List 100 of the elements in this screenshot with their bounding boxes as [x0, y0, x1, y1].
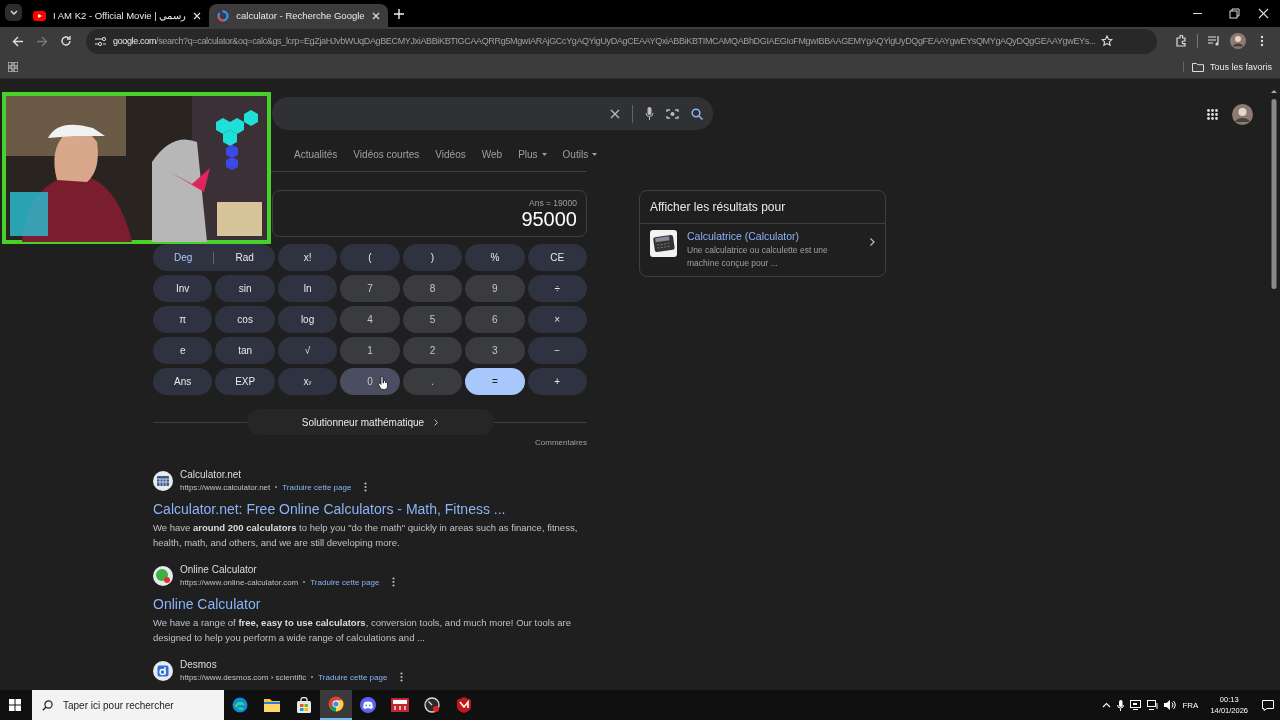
forward-arrow-icon[interactable]	[36, 35, 48, 47]
wave-icon[interactable]	[232, 697, 248, 713]
chevron-up-icon[interactable]	[1102, 702, 1112, 708]
calculator-key[interactable]: 3	[465, 337, 525, 364]
more-icon[interactable]	[392, 577, 396, 587]
hand-cursor-icon	[378, 376, 389, 390]
tune-icon[interactable]	[94, 35, 107, 47]
apps-grid-icon[interactable]	[1207, 109, 1218, 120]
avatar-icon[interactable]	[1230, 33, 1246, 49]
shopping-bag-icon[interactable]	[296, 697, 312, 713]
calculator-key[interactable]: CE	[527, 244, 587, 271]
clear-icon[interactable]	[610, 108, 620, 119]
calculator-key[interactable]: ln	[277, 275, 338, 302]
back-arrow-icon[interactable]	[12, 35, 24, 47]
taskbar-search-field[interactable]: Taper ici pour rechercher	[32, 690, 224, 720]
avatar-icon[interactable]	[1232, 104, 1253, 125]
circle-badge-icon	[153, 565, 173, 586]
calculator-key[interactable]: 4	[340, 306, 400, 333]
calculator-key[interactable]: .	[402, 368, 463, 395]
more-icon[interactable]	[1260, 35, 1264, 47]
star-icon[interactable]	[1101, 35, 1114, 47]
calculator-key[interactable]: +	[527, 368, 587, 395]
shield-icon[interactable]	[457, 697, 471, 713]
calculator-key[interactable]: ×	[527, 306, 587, 333]
gauge-icon[interactable]	[424, 697, 440, 713]
calculator-key[interactable]: (	[340, 244, 400, 271]
calculator-key[interactable]: √	[277, 337, 338, 364]
microphone-icon[interactable]	[645, 107, 654, 120]
search-tab[interactable]: Vidéos	[427, 149, 474, 160]
calculator-key[interactable]: EXP	[215, 368, 275, 395]
translate-link[interactable]: Traduire cette page	[318, 672, 388, 682]
result-title-link[interactable]: Online Calculator	[153, 596, 587, 612]
calculator-key[interactable]: 5	[402, 306, 463, 333]
plus-icon[interactable]	[393, 8, 404, 19]
search-tab[interactable]: Web	[473, 149, 511, 160]
math-solver-button[interactable]: Solutionneur mathématique	[246, 409, 494, 435]
search-tab[interactable]: Plus	[510, 149, 555, 160]
calculator-key[interactable]: x$^{y}$	[277, 368, 338, 395]
puzzle-icon[interactable]	[1175, 35, 1187, 47]
calculator-key[interactable]: 1	[340, 337, 400, 364]
calculator-key[interactable]: x!	[277, 244, 338, 271]
close-icon[interactable]	[193, 11, 202, 20]
calculator-key[interactable]: Ans	[153, 368, 213, 395]
notification-icon[interactable]	[1262, 699, 1274, 711]
calculator-key[interactable]: =	[465, 368, 525, 395]
result-title-link[interactable]: Calculator.net: Free Online Calculators - Math, Fitness ...	[153, 501, 587, 517]
chevron-right-icon[interactable]	[870, 238, 875, 246]
microphone-icon[interactable]	[1117, 699, 1125, 711]
tab-search-button[interactable]	[5, 3, 22, 21]
translate-link[interactable]: Traduire cette page	[310, 577, 380, 587]
calculator-key[interactable]: −	[527, 337, 587, 364]
bookmark-folder[interactable]: Tous les favoris	[1209, 61, 1272, 72]
tricolor-circle-icon[interactable]	[328, 696, 344, 712]
calculator-key[interactable]: )	[402, 244, 463, 271]
search-field[interactable]	[272, 97, 713, 130]
calculator-key[interactable]: Inv	[153, 275, 213, 302]
mode-option[interactable]: Deg	[153, 244, 214, 271]
search-icon[interactable]	[691, 107, 703, 120]
calculator-key[interactable]: %	[465, 244, 525, 271]
reload-icon[interactable]	[60, 35, 72, 47]
entity-link[interactable]: Calculatrice (Calculator)	[687, 230, 860, 242]
language-indicator[interactable]: FRA	[1182, 700, 1199, 710]
apps-grid-icon[interactable]	[8, 61, 18, 72]
calculator-key[interactable]: ÷	[527, 275, 587, 302]
calculator-key[interactable]: tan	[215, 337, 275, 364]
mixer-icon[interactable]	[391, 698, 409, 712]
feedback-link[interactable]: Commentaires	[535, 438, 587, 447]
speaker-icon[interactable]	[1164, 700, 1177, 710]
translate-link[interactable]: Traduire cette page	[282, 482, 352, 492]
media-queue-icon[interactable]	[1207, 36, 1221, 46]
calculator-key[interactable]: 7	[340, 275, 400, 302]
more-icon[interactable]	[364, 482, 368, 492]
calculator-key[interactable]: 8	[402, 275, 463, 302]
search-tab[interactable]: Actualités	[286, 149, 346, 160]
calculator-key[interactable]: 2	[402, 337, 463, 364]
calculator-key[interactable]: cos	[215, 306, 275, 333]
calculator-key[interactable]: log	[277, 306, 338, 333]
calculator-key[interactable]: e	[153, 337, 213, 364]
game-controller-icon[interactable]	[360, 697, 376, 713]
browser-tab[interactable]: I AM K2 - Official Movie | رسمي	[25, 4, 210, 27]
chevron-right-icon	[434, 418, 439, 426]
camera-lens-icon[interactable]	[666, 107, 679, 120]
folder-icon[interactable]	[264, 698, 280, 712]
entity-description: Une calculatrice ou calculette est une machine conçue pour ...	[687, 244, 829, 270]
calculator-key[interactable]: 9	[465, 275, 525, 302]
close-icon[interactable]	[371, 11, 380, 20]
search-tab[interactable]: Vidéos courtes	[345, 149, 428, 160]
calculator-key[interactable]: sin	[215, 275, 275, 302]
more-icon[interactable]	[400, 672, 404, 682]
search-tab[interactable]: Outils	[554, 149, 606, 160]
folder-icon[interactable]	[1191, 61, 1204, 72]
play-icon	[33, 10, 46, 21]
browser-tab[interactable]: calculator - Recherche Google	[209, 4, 388, 27]
calculator-key[interactable]: 0	[340, 368, 400, 395]
calculator-key[interactable]: 6	[465, 306, 525, 333]
windows-start-icon[interactable]	[9, 699, 21, 711]
calculator-key[interactable]: π	[153, 306, 213, 333]
monitor-icon[interactable]	[1130, 700, 1142, 710]
network-icon[interactable]	[1147, 700, 1159, 710]
mode-option[interactable]: Rad	[214, 244, 275, 271]
